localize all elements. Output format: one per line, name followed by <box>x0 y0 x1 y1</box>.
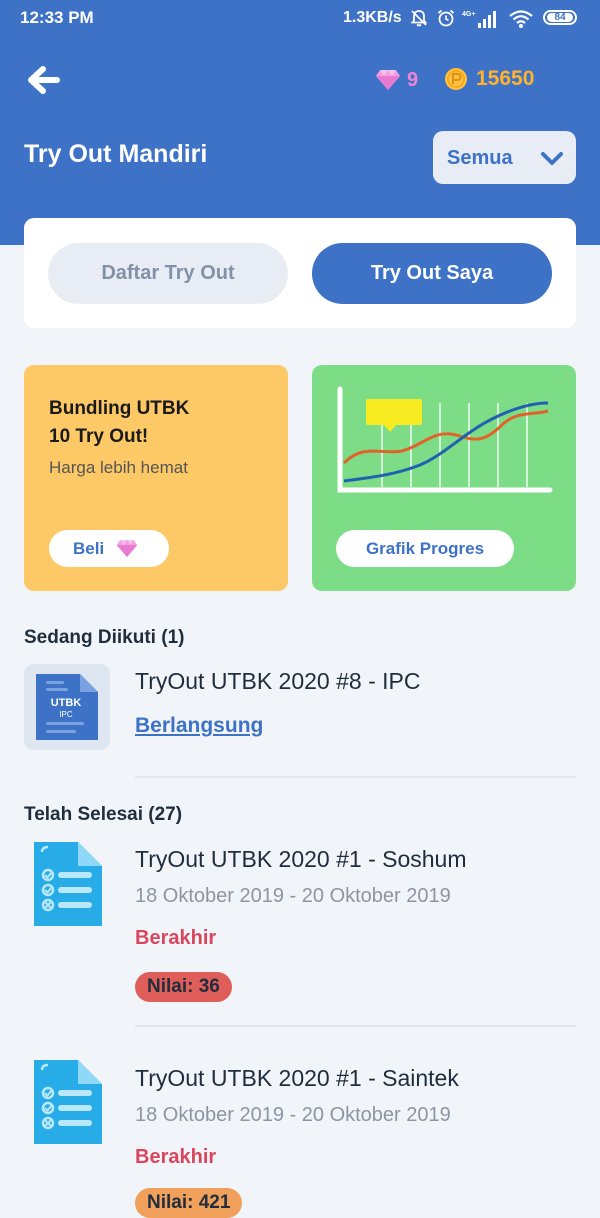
page-title: Try Out Mandiri <box>24 140 208 168</box>
coin-icon <box>445 68 467 90</box>
checklist-document-icon <box>34 1060 102 1144</box>
wifi-icon <box>509 10 533 28</box>
completed-tryout-thumbnail <box>24 1060 110 1146</box>
completed-tryout-title[interactable]: TryOut UTBK 2020 #1 - Soshum <box>135 846 467 873</box>
coin-count: 15650 <box>476 67 535 90</box>
bundle-promo-card[interactable]: Bundling UTBK 10 Try Out! Harga lebih hem… <box>24 365 288 591</box>
progress-chart-illustration <box>337 386 553 493</box>
battery-level: 84 <box>547 13 573 23</box>
gem-count: 9 <box>407 68 419 91</box>
ongoing-tryout-status-link[interactable]: Berlangsung <box>135 714 263 738</box>
status-network-speed: 1.3KB/s <box>343 9 402 26</box>
alarm-clock-icon <box>437 9 455 27</box>
gem-icon <box>376 70 400 90</box>
utbk-icon-label: UTBK <box>51 697 82 709</box>
status-bar: 12:33 PM 1.3KB/s 4G+ 84 <box>0 0 600 36</box>
score-badge: Nilai: 36 <box>135 972 232 1002</box>
network-type-label: 4G+ <box>462 11 475 18</box>
speech-bubble-icon <box>366 399 422 425</box>
status-time: 12:33 PM <box>20 8 94 27</box>
progress-chart-card[interactable]: Grafik Progres <box>312 365 576 591</box>
utbk-icon-sublabel: IPC <box>59 710 73 719</box>
completed-tryout-date: 18 Oktober 2019 - 20 Oktober 2019 <box>135 885 451 907</box>
progress-chart-button[interactable]: Grafik Progres <box>336 530 514 567</box>
coin-balance[interactable]: 15650 <box>444 64 534 94</box>
list-divider <box>135 776 576 778</box>
signal-strength-icon: 4G+ <box>462 11 496 28</box>
mute-bell-icon <box>410 10 428 27</box>
tab-try-out-saya[interactable]: Try Out Saya <box>312 243 552 304</box>
ongoing-tryout-title[interactable]: TryOut UTBK 2020 #8 - IPC <box>135 668 420 695</box>
completed-tryout-date: 18 Oktober 2019 - 20 Oktober 2019 <box>135 1104 451 1126</box>
back-arrow-icon[interactable] <box>24 60 64 100</box>
battery-icon: 84 <box>543 10 577 25</box>
chevron-down-icon <box>541 152 563 165</box>
header-background <box>0 0 600 245</box>
completed-tryout-status: Berakhir <box>135 1146 217 1168</box>
section-title-in-progress: Sedang Diikuti (1) <box>24 627 185 648</box>
completed-tryout-title[interactable]: TryOut UTBK 2020 #1 - Saintek <box>135 1065 459 1092</box>
buy-label: Beli <box>73 538 105 558</box>
utbk-document-icon: UTBK IPC <box>36 674 98 740</box>
gem-icon <box>117 540 138 557</box>
completed-tryout-thumbnail <box>24 842 110 928</box>
score-badge: Nilai: 421 <box>135 1188 243 1218</box>
buy-button[interactable]: Beli <box>49 530 169 567</box>
list-divider <box>135 1025 576 1027</box>
checklist-document-icon <box>34 842 102 926</box>
bundle-subtitle: Harga lebih hemat <box>49 458 188 477</box>
ongoing-tryout-thumbnail: UTBK IPC <box>24 664 110 750</box>
bundle-title: Bundling UTBK 10 Try Out! <box>49 398 190 447</box>
filter-selected-value: Semua <box>447 147 513 169</box>
tab-daftar-try-out[interactable]: Daftar Try Out <box>48 243 288 304</box>
filter-dropdown[interactable]: Semua <box>433 131 576 184</box>
completed-tryout-status: Berakhir <box>135 927 217 949</box>
gem-balance[interactable]: 9 <box>375 66 418 94</box>
section-title-completed: Telah Selesai (27) <box>24 804 183 825</box>
tabs-card: Daftar Try Out Try Out Saya <box>24 218 576 328</box>
